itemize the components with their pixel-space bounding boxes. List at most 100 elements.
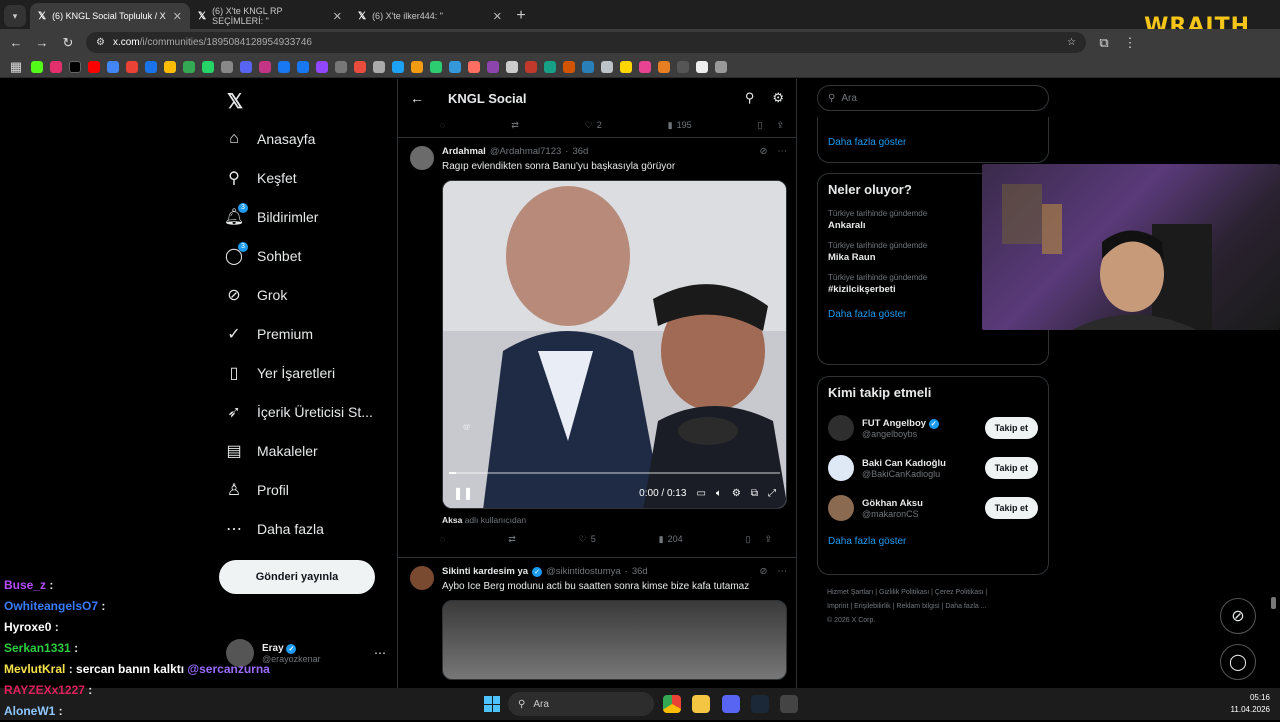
bookmark-icon[interactable]: ▯: [745, 534, 750, 545]
grok-fab[interactable]: ⊘: [1220, 598, 1256, 634]
bookmark-icon[interactable]: [145, 60, 157, 73]
video-progress[interactable]: [449, 472, 780, 474]
steam-icon[interactable]: [751, 695, 769, 713]
post-media[interactable]: [442, 600, 787, 680]
bookmark-icon[interactable]: [696, 60, 708, 73]
bookmark-icon[interactable]: [240, 60, 252, 73]
sidebar-item-creator-studio[interactable]: ➶ İçerik Üreticisi St...: [225, 392, 385, 431]
bookmark-icon[interactable]: [183, 60, 195, 73]
bookmark-icon[interactable]: [297, 60, 309, 73]
bookmark-icon[interactable]: [468, 60, 480, 73]
bookmark-icon[interactable]: [164, 60, 176, 73]
footer-link[interactable]: Çerez Politikası: [935, 589, 984, 596]
sidebar-item-home[interactable]: ⌂ Anasayfa: [225, 119, 385, 158]
footer-link[interactable]: Hizmet Şartları: [827, 589, 873, 596]
x-logo-icon[interactable]: 𝕏: [227, 89, 243, 114]
start-button[interactable]: [484, 696, 500, 712]
avatar[interactable]: [828, 455, 854, 481]
extensions-icon[interactable]: ⧉: [1096, 35, 1112, 51]
bookmark-icon[interactable]: ▯: [757, 120, 762, 131]
system-clock[interactable]: 05:16 11.04.2026: [1231, 692, 1270, 716]
bookmark-icon[interactable]: [677, 60, 689, 73]
bookmark-icon[interactable]: [107, 60, 119, 73]
fullscreen-icon[interactable]: ⤢: [768, 488, 776, 499]
sidebar-item-grok[interactable]: ⊘ Grok: [225, 275, 385, 314]
forward-arrow-icon[interactable]: →: [34, 35, 50, 50]
sidebar-item-profile[interactable]: ♙ Profil: [225, 470, 385, 509]
bookmark-icon[interactable]: [506, 60, 518, 73]
bookmark-icon[interactable]: [354, 60, 366, 73]
footer-link[interactable]: Gizlilik Politikası: [879, 589, 929, 596]
bookmark-icon[interactable]: [715, 60, 727, 73]
bookmark-icon[interactable]: [487, 60, 499, 73]
avatar[interactable]: [828, 495, 854, 521]
reply-button[interactable]: ◌: [440, 120, 445, 130]
post-author-name[interactable]: Sikinti kardesim ya: [442, 566, 528, 577]
follow-button[interactable]: Takip et: [984, 417, 1038, 439]
share-icon[interactable]: ⇪: [764, 534, 772, 545]
app-icon[interactable]: [780, 695, 798, 713]
post-age[interactable]: 36d: [572, 146, 588, 157]
post[interactable]: Ardahmal @Ardahmal7123 · 36d ⊘ ⋯ Ragıp ev…: [398, 137, 796, 551]
close-icon[interactable]: ✕: [333, 10, 342, 23]
follow-suggestion[interactable]: Gökhan Aksu @makaronCS Takip et: [818, 488, 1048, 528]
taskbar-search[interactable]: ⚲ Ara: [508, 692, 654, 716]
bookmark-icon[interactable]: [563, 60, 575, 73]
repost-button[interactable]: ⇄: [508, 534, 516, 545]
post-age[interactable]: 36d: [632, 566, 648, 577]
avatar[interactable]: [410, 566, 434, 590]
sidebar-item-premium[interactable]: ✓ Premium: [225, 314, 385, 353]
sidebar-item-more[interactable]: ⋯ Daha fazla: [225, 509, 385, 548]
new-tab-button[interactable]: +: [510, 5, 532, 27]
site-info-icon[interactable]: ⚙: [96, 37, 105, 48]
sidebar-item-explore[interactable]: ⚲ Keşfet: [225, 158, 385, 197]
pip-icon[interactable]: ⧉: [751, 488, 758, 499]
apps-grid-icon[interactable]: ▦: [8, 59, 24, 75]
back-arrow-icon[interactable]: ←: [410, 90, 424, 106]
bookmark-icon[interactable]: [278, 60, 290, 73]
back-arrow-icon[interactable]: ←: [8, 35, 24, 50]
post-author-name[interactable]: Ardahmal: [442, 146, 486, 157]
credit-user[interactable]: Aksa: [442, 515, 462, 525]
bookmark-icon[interactable]: [544, 60, 556, 73]
like-button[interactable]: ♡ 5: [579, 534, 596, 545]
bookmark-icon[interactable]: [69, 60, 81, 73]
bookmark-icon[interactable]: [639, 60, 651, 73]
post-author-handle[interactable]: @sikintidostumya: [546, 566, 621, 577]
browser-tab-1[interactable]: 𝕏 (6) KNGL Social Topluluk / X ✕: [30, 3, 190, 29]
bookmark-icon[interactable]: [601, 60, 613, 73]
show-more-link[interactable]: Daha fazla göster: [818, 117, 1048, 156]
bookmark-icon[interactable]: [620, 60, 632, 73]
bookmark-icon[interactable]: [202, 60, 214, 73]
bookmark-icon[interactable]: [373, 60, 385, 73]
follow-button[interactable]: Takip et: [984, 457, 1038, 479]
url-field[interactable]: ⚙ x.com/i/communities/189508412895493374…: [86, 32, 1086, 53]
volume-icon[interactable]: 🔈︎: [716, 488, 722, 499]
bookmark-icon[interactable]: [126, 60, 138, 73]
reload-icon[interactable]: ↻: [60, 35, 76, 51]
footer-link[interactable]: Erişilebilirlik: [854, 603, 891, 610]
bookmark-icon[interactable]: [582, 60, 594, 73]
sidebar-item-articles[interactable]: ▤ Makaleler: [225, 431, 385, 470]
bookmark-icon[interactable]: [658, 60, 670, 73]
bookmark-icon[interactable]: [525, 60, 537, 73]
close-icon[interactable]: ✕: [493, 10, 502, 23]
repost-button[interactable]: ⇄: [511, 120, 519, 131]
more-icon[interactable]: ⋯: [778, 146, 788, 157]
sidebar-item-chat[interactable]: ◯ 3 Sohbet: [225, 236, 385, 275]
browser-tab-3[interactable]: 𝕏 (6) X'te ilker444: " ✕: [350, 3, 510, 29]
follow-button[interactable]: Takip et: [984, 497, 1038, 519]
more-icon[interactable]: ⋯: [778, 566, 788, 577]
gear-icon[interactable]: ⚙: [732, 488, 741, 499]
bookmark-icon[interactable]: [221, 60, 233, 73]
chrome-icon[interactable]: [663, 695, 681, 713]
avatar[interactable]: [410, 146, 434, 170]
show-more-link[interactable]: Daha fazla göster: [818, 528, 1048, 555]
bookmark-icon[interactable]: [259, 60, 271, 73]
star-icon[interactable]: ☆: [1067, 37, 1076, 48]
bookmark-icon[interactable]: [411, 60, 423, 73]
bookmark-icon[interactable]: [50, 60, 62, 73]
messages-fab[interactable]: ◯: [1220, 644, 1256, 680]
grok-icon[interactable]: ⊘: [760, 566, 768, 577]
bookmark-icon[interactable]: [88, 60, 100, 73]
